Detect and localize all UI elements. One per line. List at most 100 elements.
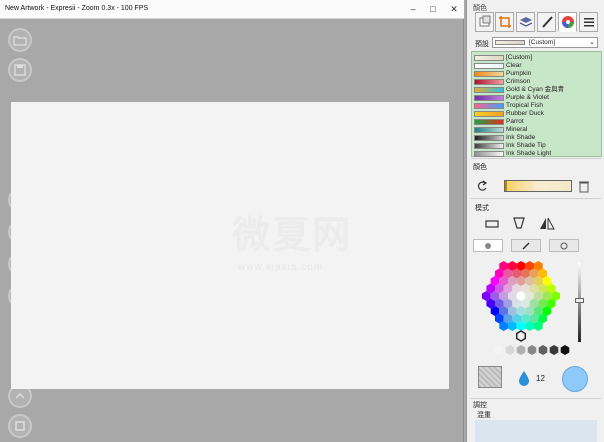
- save-button[interactable]: [8, 58, 32, 82]
- folder-icon: [13, 36, 27, 46]
- preset-gradient: [474, 55, 504, 61]
- preset-name: Parrot: [506, 118, 524, 125]
- preset-selected: [Custom]: [529, 39, 556, 46]
- preset-name: Crimson: [506, 78, 531, 85]
- preset-item[interactable]: Mineral: [472, 126, 601, 134]
- mode-mirror-icon[interactable]: [537, 215, 557, 233]
- preset-name: Tropical Fish: [506, 102, 543, 109]
- gray-cell[interactable]: [560, 345, 570, 355]
- mode-ink-icon[interactable]: [510, 215, 530, 233]
- eyedropper-icon: [522, 242, 530, 250]
- adjust-controls[interactable]: [475, 420, 597, 442]
- gradient-bar[interactable]: [504, 180, 572, 192]
- tab-color-swatch[interactable]: [475, 12, 494, 32]
- preset-gradient: [474, 71, 504, 77]
- arrow-up-icon: [15, 392, 25, 399]
- title-bar: New Artwork - Expresii - Zoom 0.3x - 100…: [0, 0, 464, 19]
- menu-icon: [584, 18, 594, 27]
- floppy-icon: [14, 64, 26, 76]
- preset-row: 預設 [Custom] ⌄: [467, 36, 604, 50]
- color-section-title: 顏色: [473, 164, 487, 171]
- maximize-button[interactable]: □: [422, 1, 444, 17]
- tab-eyedropper[interactable]: [511, 239, 541, 252]
- tab-menu[interactable]: [579, 12, 598, 32]
- gray-cell[interactable]: [549, 345, 559, 355]
- preset-item[interactable]: Purple & Violet: [472, 94, 601, 102]
- preset-gradient: [474, 95, 504, 101]
- preset-name: Purple & Violet: [506, 94, 549, 101]
- preset-item[interactable]: [Custom]: [472, 54, 601, 62]
- preset-name: Gold & Cyan 金與青: [506, 86, 565, 93]
- divider: [471, 198, 601, 199]
- gray-cell[interactable]: [505, 345, 515, 355]
- preset-name: Ink Shade Light: [506, 150, 552, 157]
- preset-item[interactable]: Rubber Duck: [472, 110, 601, 118]
- preset-gradient: [474, 127, 504, 133]
- preset-gradient: [474, 151, 504, 157]
- preset-item[interactable]: Gold & Cyan 金與青: [472, 86, 601, 94]
- close-button[interactable]: ✕: [443, 1, 465, 17]
- divider: [471, 398, 601, 399]
- gray-cell[interactable]: [527, 345, 537, 355]
- preset-gradient: [474, 63, 504, 69]
- tab-brush[interactable]: [537, 12, 556, 32]
- overlay-label: 混重: [477, 412, 491, 419]
- preset-list[interactable]: [Custom] Clear Pumpkin Crimson Gold & Cyan 金…: [471, 51, 602, 157]
- gray-cell[interactable]: [494, 345, 504, 355]
- trash-icon[interactable]: [578, 179, 590, 193]
- gradient-marker[interactable]: [505, 181, 507, 191]
- preset-label: 預設: [475, 41, 489, 48]
- preset-name: [Custom]: [506, 54, 533, 61]
- drawing-canvas[interactable]: [11, 102, 449, 389]
- preset-gradient: [474, 111, 504, 117]
- preset-gradient: [474, 135, 504, 141]
- preset-item[interactable]: Tropical Fish: [472, 102, 601, 110]
- preset-name: Mineral: [506, 126, 528, 133]
- minimize-button[interactable]: –: [402, 1, 424, 17]
- preset-name: Rubber Duck: [506, 110, 544, 117]
- tab-layers[interactable]: [516, 12, 535, 32]
- preset-item[interactable]: Ink Shade: [472, 134, 601, 142]
- watermark-logo: 微夏网: [232, 215, 353, 257]
- reset-icon[interactable]: [476, 180, 488, 192]
- brightness-slider[interactable]: [575, 262, 584, 342]
- hex-wheel-icon: [485, 243, 491, 249]
- color-swatch-icon: [479, 15, 491, 27]
- tab-crop[interactable]: [495, 12, 514, 32]
- tab-color-mix[interactable]: [549, 239, 579, 252]
- window-title: New Artwork - Expresii - Zoom 0.3x - 100…: [5, 5, 149, 12]
- preset-item[interactable]: Ink Shade Tip: [472, 142, 601, 150]
- preset-gradient: [474, 79, 504, 85]
- slider-knob[interactable]: [575, 298, 584, 303]
- panel-tab-bar: [471, 12, 601, 34]
- water-drop-icon[interactable]: [518, 370, 530, 386]
- tab-color-hex[interactable]: [473, 239, 503, 252]
- brush-row: 12: [472, 364, 592, 394]
- preset-gradient: [474, 103, 504, 109]
- crop-icon: [499, 16, 511, 28]
- preset-item[interactable]: Parrot: [472, 118, 601, 126]
- watermark-url: www.xiaxia.com: [238, 262, 324, 273]
- preset-item[interactable]: Ink Shade Light: [472, 150, 601, 158]
- preset-item[interactable]: Pumpkin: [472, 70, 601, 78]
- layer-square-button[interactable]: [8, 414, 32, 438]
- adjust-section-title: 調控: [473, 402, 487, 409]
- open-folder-button[interactable]: [8, 28, 32, 52]
- color-mix-icon: [560, 242, 568, 250]
- preset-name: Ink Shade: [506, 134, 536, 141]
- preset-gradient: [474, 119, 504, 125]
- preset-name: Ink Shade Tip: [506, 142, 546, 149]
- preset-dropdown[interactable]: [Custom] ⌄: [492, 37, 598, 48]
- mode-flat-icon[interactable]: [483, 215, 503, 233]
- preset-item[interactable]: Crimson: [472, 78, 601, 86]
- selected-cell-marker: [515, 330, 527, 342]
- tab-color-wheel[interactable]: [558, 12, 577, 32]
- preset-gradient: [474, 143, 504, 149]
- gray-cell[interactable]: [516, 345, 526, 355]
- texture-swatch[interactable]: [478, 366, 502, 388]
- preset-item[interactable]: Clear: [472, 62, 601, 70]
- preset-name: Pumpkin: [506, 70, 532, 77]
- gray-cell[interactable]: [538, 345, 548, 355]
- color-wheel-icon: [562, 16, 574, 28]
- current-color-swatch[interactable]: [562, 366, 588, 392]
